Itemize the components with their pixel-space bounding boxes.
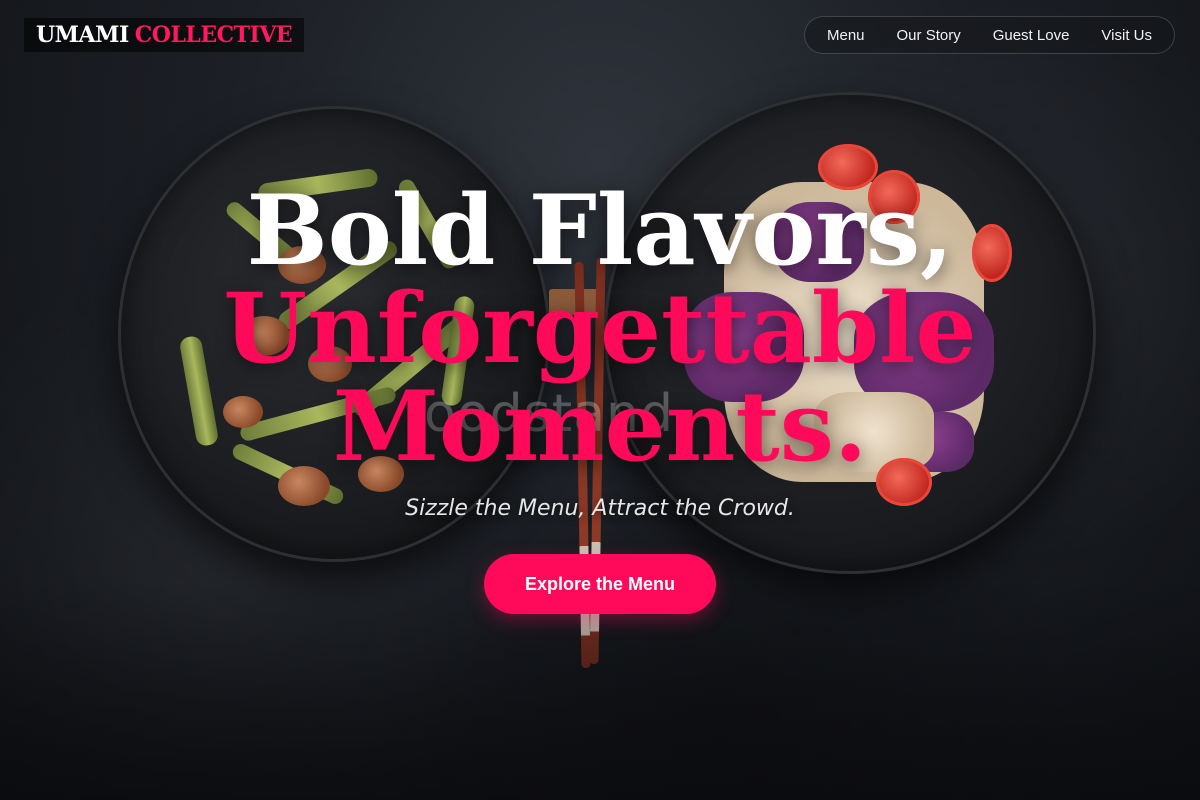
nav-link-our-story[interactable]: Our Story <box>897 27 961 44</box>
main-nav: Menu Our Story Guest Love Visit Us <box>803 16 1175 54</box>
hero-page: oodstand UMAMI COLLECTIVE Menu Our Story… <box>0 0 1200 800</box>
brand-word-collective: COLLECTIVE <box>134 22 293 48</box>
explore-menu-button[interactable]: Explore the Menu <box>484 554 716 614</box>
hero-heading: Bold Flavors, Unforgettable Moments. <box>0 182 1200 476</box>
hero-line-1: Bold Flavors, <box>246 174 954 287</box>
hero-tagline: Sizzle the Menu, Attract the Crowd. <box>405 496 795 521</box>
hero-line-3: Moments. <box>332 370 868 483</box>
brand-logo[interactable]: UMAMI COLLECTIVE <box>24 18 305 52</box>
nav-link-visit-us[interactable]: Visit Us <box>1101 27 1152 44</box>
hero-line-2: Unforgettable <box>223 272 977 385</box>
hero-section: Bold Flavors, Unforgettable Moments. Siz… <box>0 182 1200 522</box>
nav-link-menu[interactable]: Menu <box>827 27 865 44</box>
nav-link-guest-love[interactable]: Guest Love <box>993 27 1070 44</box>
brand-word-umami: UMAMI <box>36 22 129 48</box>
